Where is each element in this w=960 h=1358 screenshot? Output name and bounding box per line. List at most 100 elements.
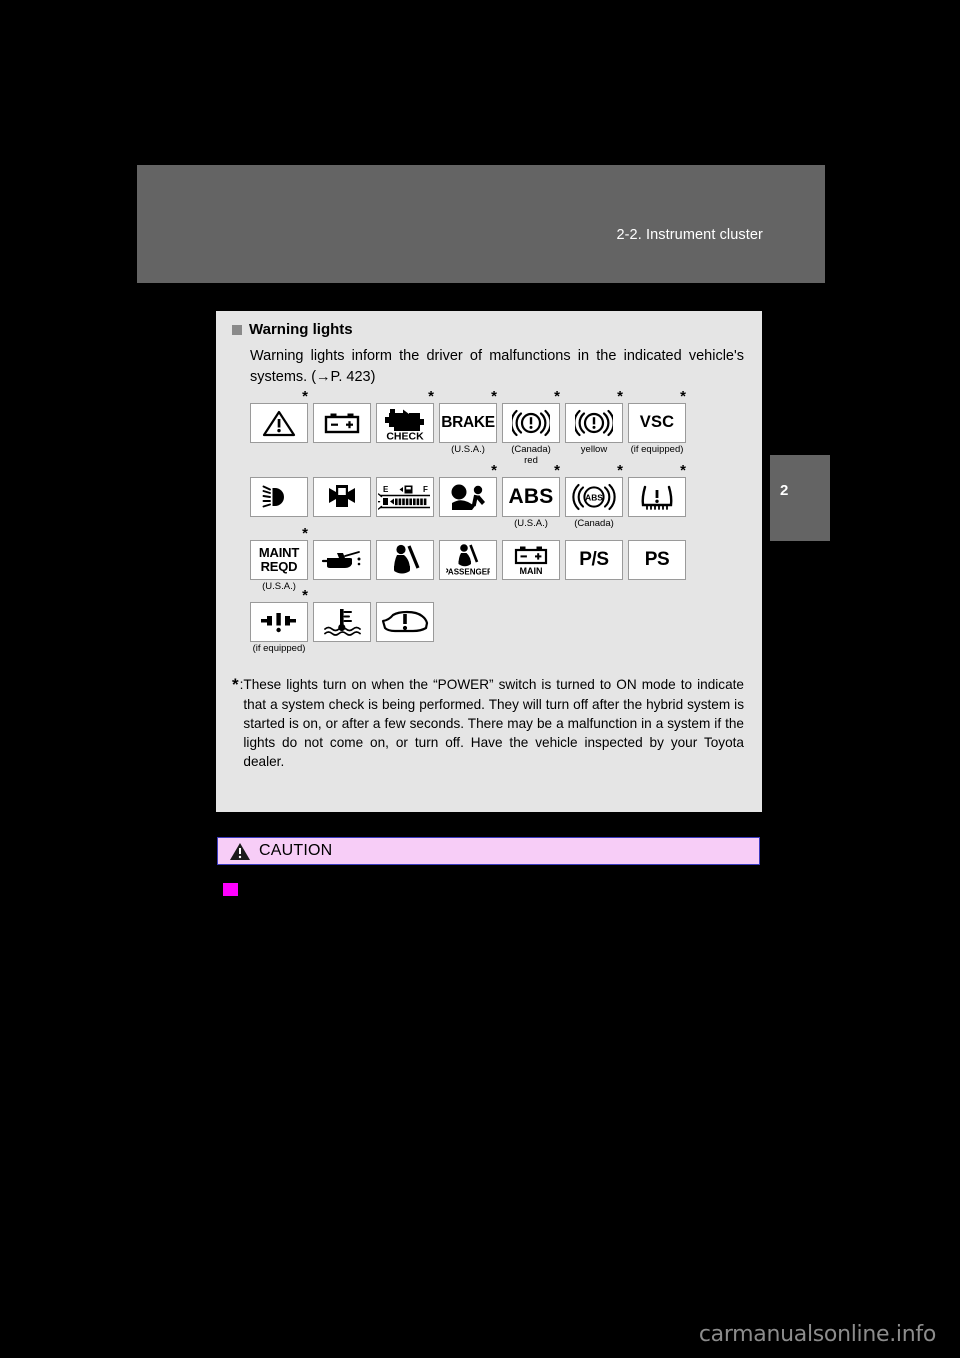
door-open-icon <box>329 484 355 507</box>
icon-box <box>313 402 371 443</box>
icon-label-maint-reqd: MAINT REQD <box>258 545 300 574</box>
icon-box <box>313 539 371 580</box>
brake-circle-icon <box>575 409 613 436</box>
icon-caption: yellow <box>580 443 608 455</box>
page-header-band: 2-2. Instrument cluster <box>137 165 825 283</box>
icon-box: ABS <box>565 476 623 517</box>
svg-text:CHECK: CHECK <box>386 430 424 440</box>
star-marker: * <box>617 461 623 479</box>
icon-box: BRAKE <box>439 402 497 443</box>
footnote-text: These lights turn on when the “POWER” sw… <box>243 677 744 769</box>
icon-label-brake: BRAKE <box>441 413 495 431</box>
icon-cell-power-steering-ps: PS <box>626 539 688 582</box>
svg-text:ABS: ABS <box>585 492 603 502</box>
icon-cell-low-oil-pressure <box>311 539 373 582</box>
icon-cell-low-fuel-gauge: E F <box>374 476 436 519</box>
icon-cell-driver-seat-belt <box>374 539 436 582</box>
section-heading-label: Warning lights <box>249 321 353 338</box>
star-marker: * <box>680 387 686 405</box>
icon-box <box>565 402 623 443</box>
watermark-text: carmanualsonline.info <box>698 1322 936 1347</box>
icon-row-4: * (if equipped) <box>248 588 744 655</box>
icon-cell-engine-coolant-temp <box>311 602 373 644</box>
caution-list-bullet <box>223 883 238 896</box>
caution-banner: CAUTION <box>217 837 760 865</box>
icon-caption: (U.S.A.) <box>514 517 548 529</box>
icon-cell-abs-canada: * ABS (Canada) <box>563 463 625 530</box>
star-marker: * <box>554 387 560 405</box>
icon-box <box>313 476 371 517</box>
footnote-star-marker: * <box>232 675 239 695</box>
headlight-icon <box>262 485 284 508</box>
star-marker: * <box>302 387 308 405</box>
icon-box: ABS <box>502 476 560 517</box>
icon-cell-vsc-warning: * VSC (if equipped) <box>626 389 688 456</box>
star-marker: * <box>302 524 308 542</box>
star-marker: * <box>617 387 623 405</box>
airbag-icon <box>451 484 485 510</box>
footnote: * : These lights turn on when the “POWER… <box>232 675 744 771</box>
icon-label-abs: ABS <box>508 484 554 508</box>
oil-can-icon <box>321 550 361 568</box>
icon-cell-passenger-seat-belt: PASSENGER <box>437 539 499 582</box>
battery-main-icon: MAIN <box>514 546 548 576</box>
icon-box: MAIN <box>502 539 560 580</box>
warning-light-icon-grid: * * CHECK * BRAKE (U.S.A.) * (Canada) re… <box>248 389 744 656</box>
fuel-gauge-icon: E F <box>378 485 430 510</box>
svg-text:MAIN: MAIN <box>520 566 543 576</box>
icon-label-vsc: VSC <box>639 413 675 432</box>
icon-box <box>502 402 560 443</box>
star-marker: * <box>554 461 560 479</box>
icon-row-3: * MAINT REQD (U.S.A.) ASSENGER MAIN P/S … <box>248 526 744 593</box>
square-bullet-icon <box>232 324 242 335</box>
seatbelt-icon <box>393 544 420 574</box>
icon-box: VSC <box>628 402 686 443</box>
star-marker: * <box>428 387 434 405</box>
icon-cell-abs-usa: * ABS (U.S.A.) <box>500 463 562 530</box>
icon-row-1: * * CHECK * BRAKE (U.S.A.) * (Canada) re… <box>248 389 744 467</box>
icon-box: E F <box>376 476 434 517</box>
icon-row-2: E F * * ABS (U.S.A.) * ABS (Canada) * <box>248 463 744 530</box>
icon-box <box>376 602 434 643</box>
icon-cell-brake-system-warning-triangle: * <box>248 389 310 445</box>
icon-cell-door-ajar <box>311 476 373 519</box>
icon-cell-brake-warning-yellow: * yellow <box>563 389 625 456</box>
battery-icon <box>324 413 360 433</box>
icon-cell-charging-system-battery <box>311 402 373 445</box>
caution-label: CAUTION <box>259 842 333 859</box>
star-marker: * <box>680 461 686 479</box>
chapter-tab-number: 2 <box>780 482 789 499</box>
icon-cell-srs-airbag: * <box>437 463 499 519</box>
icon-label-ps: PS <box>644 548 670 570</box>
icon-cell-brake-warning-text: * BRAKE (U.S.A.) <box>437 389 499 456</box>
icon-cell-hybrid-system-warning <box>374 602 436 644</box>
icon-box: MAINT REQD <box>250 539 308 580</box>
icon-box: CHECK <box>376 402 434 443</box>
icon-caption: (U.S.A.) <box>451 443 485 455</box>
page-header-title: 2-2. Instrument cluster <box>616 227 763 243</box>
icon-caption: (U.S.A.) <box>262 580 296 592</box>
icon-caption: (if equipped) <box>252 643 306 655</box>
icon-box: PS <box>628 539 686 580</box>
icon-box <box>250 402 308 443</box>
caution-warning-triangle-icon <box>230 842 250 860</box>
check-engine-icon: CHECK <box>385 408 424 440</box>
coolant-temp-icon <box>324 609 361 637</box>
icon-cell-parking-brake-release: * (if equipped) <box>248 588 310 655</box>
abs-circle-icon: ABS <box>572 483 616 510</box>
icon-cell-power-steering-ps-slash: P/S <box>563 539 625 582</box>
icon-cell-tire-pressure-warning: * <box>626 463 688 519</box>
svg-text:F: F <box>423 485 428 494</box>
warning-triangle-icon <box>262 410 296 436</box>
chapter-tab: 2 <box>770 455 830 541</box>
icon-cell-check-engine: * CHECK <box>374 389 436 445</box>
star-marker: * <box>302 587 308 605</box>
parking-brake-icon <box>261 613 296 633</box>
brake-circle-icon <box>512 409 550 436</box>
star-marker: * <box>491 387 497 405</box>
icon-box <box>313 602 371 643</box>
icon-box <box>376 539 434 580</box>
star-marker: * <box>491 461 497 479</box>
icon-caption: (if equipped) <box>630 443 684 455</box>
icon-caption: (Canada) <box>574 517 614 529</box>
